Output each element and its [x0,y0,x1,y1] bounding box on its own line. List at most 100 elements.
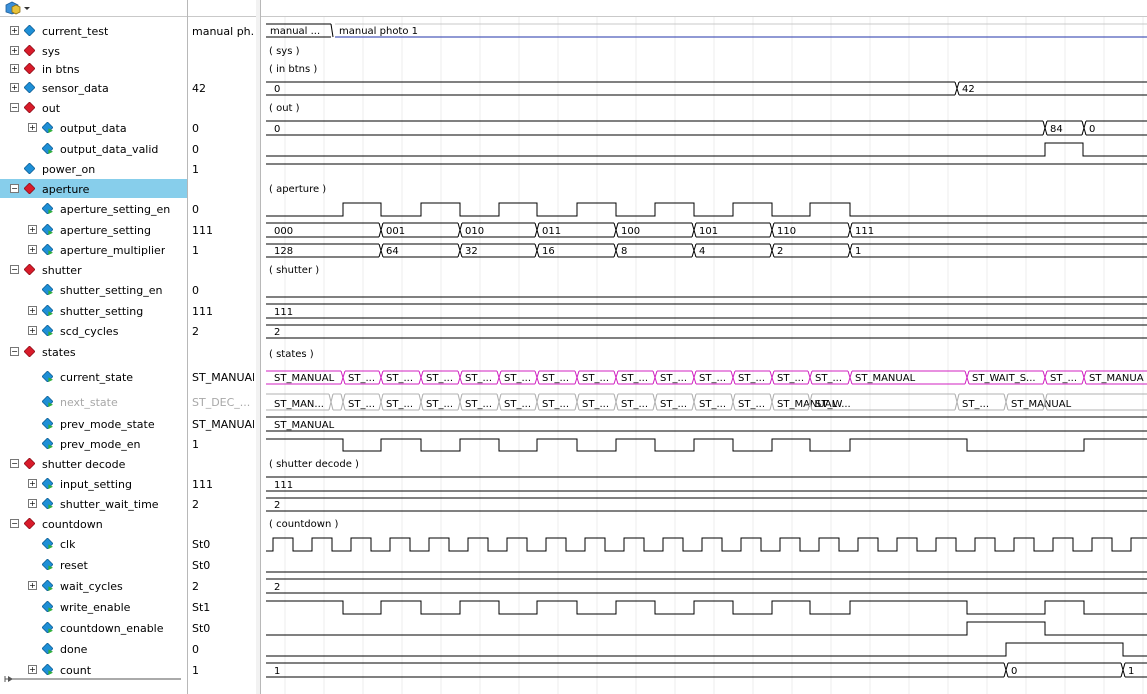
current-state-value-label: ST_... [621,373,648,384]
shutter-wait-time-value-label: 2 [274,500,280,511]
aperture-setting-value-label: 000 [274,226,293,237]
signal-row-wait-cycles[interactable]: + wait_cycles [0,575,187,596]
expand-icon[interactable]: + [28,245,37,254]
output-data-value-label: 0 [1089,124,1095,135]
value-row-out [188,98,256,117]
signal-row-output-data-valid[interactable]: output_data_valid [0,138,187,159]
signal-name: states [42,346,76,359]
signal-row-power-on[interactable]: power_on [0,159,187,179]
value-row-aperture-setting: 111 [188,219,256,240]
group-diamond-icon [24,45,35,56]
waveform-add-icon[interactable] [4,1,34,15]
signal-row-write-enable[interactable]: write_enable [0,596,187,617]
signal-row-prev-mode-state[interactable]: prev_mode_state [0,413,187,434]
next-state-value-label: ST_... [542,399,569,410]
value-row-countdown-enable: St0 [188,617,256,638]
expand-icon[interactable]: + [28,499,37,508]
current-state-value-label: ST_... [777,373,804,384]
done-trace [266,642,1147,657]
expand-icon[interactable]: + [28,306,37,315]
collapse-icon[interactable]: − [10,184,19,193]
signal-row-aperture[interactable]: − aperture [0,179,187,198]
signal-value: 0 [192,643,199,656]
expand-icon[interactable]: + [10,64,19,73]
expand-icon[interactable]: + [28,479,37,488]
aperture-multiplier-value-label: 64 [386,246,399,257]
signal-row-shutter[interactable]: − shutter [0,260,187,279]
states-group-label: ( states ) [269,349,314,360]
signal-row-clk[interactable]: clk [0,533,187,554]
expand-icon[interactable]: + [10,83,19,92]
signal-diamond-icon [24,163,35,174]
signal-value: 2 [192,580,199,593]
signal-row-aperture-setting[interactable]: + aperture_setting [0,219,187,240]
signal-row-current-state[interactable]: current_state [0,363,187,390]
signal-diamond-icon [42,622,53,633]
signal-row-states[interactable]: − states [0,341,187,363]
signal-row-shutter-setting-en[interactable]: shutter_setting_en [0,279,187,300]
signal-row-done[interactable]: done [0,638,187,659]
signal-row-next-state[interactable]: next_state [0,390,187,413]
collapse-icon[interactable]: − [10,519,19,528]
expand-icon[interactable]: + [28,225,37,234]
signal-row-sys[interactable]: + sys [0,41,187,60]
count-value-label: 1 [1128,666,1134,677]
signal-row-shutter-decode[interactable]: − shutter decode [0,454,187,473]
value-row-sys [188,41,256,60]
signal-diamond-icon [42,478,53,489]
signal-row-shutter-wait-time[interactable]: + shutter_wait_time [0,494,187,514]
value-row-shutter-wait-time: 2 [188,494,256,514]
collapse-icon[interactable]: − [10,347,19,356]
signal-row-countdown-enable[interactable]: countdown_enable [0,617,187,638]
signal-row-input-setting[interactable]: + input_setting [0,473,187,494]
signal-row-shutter-setting[interactable]: + shutter_setting [0,300,187,321]
current-state-value-label: ST_... [386,373,413,384]
signal-diamond-icon [24,82,35,93]
signal-row-aperture-setting-en[interactable]: aperture_setting_en [0,198,187,219]
signal-row-in-btns[interactable]: + in btns [0,60,187,78]
next-state-value-label: ST_... [699,399,726,410]
count-value-label: 0 [1011,666,1017,677]
expand-icon[interactable]: + [28,581,37,590]
collapse-icon[interactable]: − [10,265,19,274]
aperture-setting-en-trace [266,202,1147,217]
write-enable-trace [266,600,1147,615]
signal-row-aperture-multiplier[interactable]: + aperture_multiplier [0,240,187,260]
expand-icon[interactable]: + [10,46,19,55]
horizontal-scrollbar[interactable] [4,675,182,683]
collapse-icon[interactable]: − [10,103,19,112]
expand-icon[interactable]: + [28,123,37,132]
expand-icon[interactable]: + [28,326,37,335]
signal-value: ST_MANUAL [192,371,254,384]
next-state-value-label: ST_MANUAL [1011,399,1072,410]
signal-row-prev-mode-en[interactable]: prev_mode_en [0,434,187,454]
signal-row-sensor-data[interactable]: + sensor_data [0,78,187,98]
signal-row-output-data[interactable]: + output_data [0,117,187,138]
countdown-enable-trace [266,621,1147,636]
aperture-multiplier-value-label: 16 [542,246,555,257]
current-state-value-label: ST_MANUA [1089,373,1144,384]
signal-diamond-icon [24,25,35,36]
signal-row-reset[interactable]: reset [0,554,187,575]
value-row-input-setting: 111 [188,473,256,494]
expand-icon[interactable]: + [10,26,19,35]
signal-row-out[interactable]: − out [0,98,187,117]
value-row-shutter-setting-en: 0 [188,279,256,300]
signal-row-scd-cycles[interactable]: + scd_cycles [0,321,187,341]
signal-value: 111 [192,305,213,318]
waveform-canvas[interactable]: manual ... manual photo 1 ( sys ) ( in btns… [261,0,1147,694]
next-state-value-label: ST_... [504,399,531,410]
current-state-value-label: ST_MANUAL [855,373,916,384]
collapse-icon[interactable]: − [10,459,19,468]
waveform-pane[interactable]: manual ... manual photo 1 ( sys ) ( in btns… [261,0,1147,694]
signal-row-countdown[interactable]: − countdown [0,514,187,533]
signal-value-pane: manual ph...420010111101112ST_MANUALST_D… [188,0,257,694]
expand-icon[interactable]: + [28,665,37,674]
next-state-value-label: ST_... [660,399,687,410]
group-diamond-icon [24,183,35,194]
current-state-value-label: ST_... [542,373,569,384]
signal-name-pane: + current_test + sys + in btns + sensor_data − ou… [0,0,188,694]
signal-row-current-test[interactable]: + current_test [0,21,187,41]
signal-diamond-icon [42,284,53,295]
next-state-value-label: ST_... [386,399,413,410]
